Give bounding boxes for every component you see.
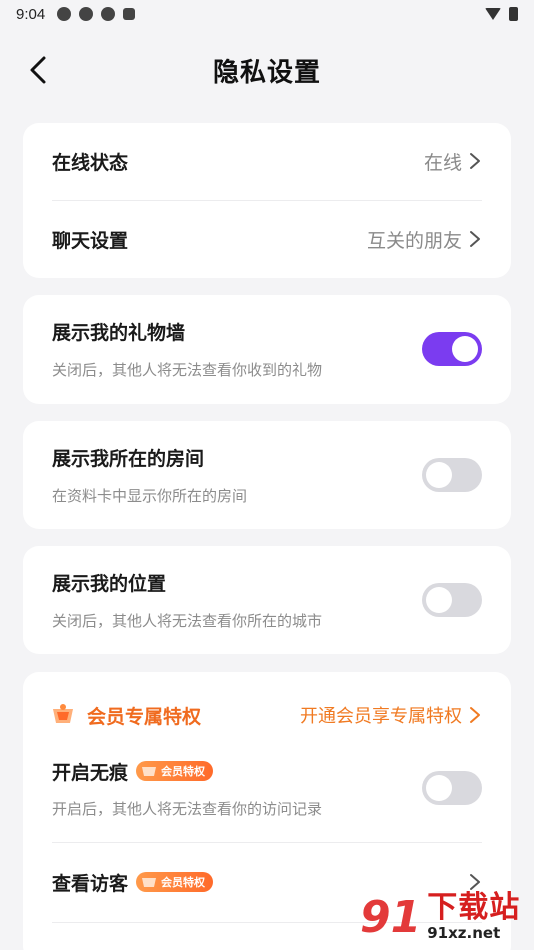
vip-badge-icon <box>142 878 157 887</box>
back-arrow-icon[interactable] <box>24 54 56 86</box>
chat-settings-label: 聊天设置 <box>52 229 129 252</box>
basic-settings-card: 在线状态 在线 聊天设置 互关的朋友 <box>23 123 511 278</box>
site-watermark: 91 下载站 91xz.net <box>360 884 534 950</box>
notification-icons <box>57 7 136 21</box>
app-notification-icon <box>79 7 94 21</box>
show-location-toggle[interactable] <box>422 583 482 617</box>
gift-wall-card: 展示我的礼物墙 关闭后，其他人将无法查看你收到的礼物 <box>23 295 511 404</box>
show-room-desc: 在资料卡中显示你所在的房间 <box>52 487 248 505</box>
chevron-right-icon <box>470 231 480 247</box>
show-room-row: 展示我所在的房间 <box>52 443 482 471</box>
show-room-label: 展示我所在的房间 <box>52 447 205 470</box>
status-bar: 9:04 <box>0 0 534 28</box>
watermark-text: 下载站 <box>427 890 521 925</box>
vip-open-link[interactable]: 开通会员享专属特权 <box>300 702 482 728</box>
show-room-card: 展示我所在的房间 在资料卡中显示你所在的房间 <box>23 421 511 529</box>
chat-settings-row[interactable]: 聊天设置 互关的朋友 <box>52 223 482 255</box>
online-status-value: 在线 <box>424 148 482 175</box>
toggle-knob <box>426 775 452 801</box>
watermark-logo: 91 <box>360 891 422 943</box>
incognito-row: 开启无痕 会员特权 <box>52 756 482 786</box>
show-location-label: 展示我的位置 <box>52 572 167 595</box>
gift-wall-row: 展示我的礼物墙 <box>52 317 482 345</box>
online-status-row[interactable]: 在线状态 在线 <box>52 145 482 177</box>
incognito-desc: 开启后，其他人将无法查看你的访问记录 <box>52 800 323 818</box>
status-right <box>485 7 518 21</box>
gift-wall-toggle[interactable] <box>422 332 482 366</box>
show-room-toggle[interactable] <box>422 458 482 492</box>
toggle-knob <box>426 462 452 488</box>
status-time: 9:04 <box>16 5 46 23</box>
incognito-toggle[interactable] <box>422 771 482 805</box>
vip-cup-icon <box>53 704 73 723</box>
divider <box>52 200 482 201</box>
app-notification-icon <box>101 7 116 21</box>
chat-settings-value: 互关的朋友 <box>367 226 482 253</box>
page-title: 隐私设置 <box>212 57 321 88</box>
incognito-label: 开启无痕 <box>52 761 129 784</box>
chevron-right-icon <box>470 707 480 723</box>
vip-badge: 会员特权 <box>136 872 214 892</box>
nav-bar: 隐私设置 <box>0 40 534 100</box>
a-notification-icon <box>123 8 136 20</box>
battery-icon <box>509 7 518 21</box>
show-location-desc: 关闭后，其他人将无法查看你所在的城市 <box>52 612 323 630</box>
gift-wall-label: 展示我的礼物墙 <box>52 321 186 344</box>
vip-badge: 会员特权 <box>136 761 214 781</box>
online-status-label: 在线状态 <box>52 151 129 174</box>
toggle-knob <box>426 587 452 613</box>
show-location-card: 展示我的位置 关闭后，其他人将无法查看你所在的城市 <box>23 546 511 654</box>
vip-title: 会员专属特权 <box>87 705 202 728</box>
toggle-knob <box>452 336 478 362</box>
app-notification-icon <box>57 7 72 21</box>
visitors-label: 查看访客 <box>52 872 129 895</box>
chevron-right-icon <box>470 153 480 169</box>
vip-header-row: 会员专属特权 开通会员享专属特权 <box>49 698 482 732</box>
vip-badge-icon <box>142 767 157 776</box>
divider <box>52 842 482 843</box>
wifi-icon <box>485 8 501 20</box>
watermark-url: 91xz.net <box>427 924 501 942</box>
show-location-row: 展示我的位置 <box>52 568 482 596</box>
gift-wall-desc: 关闭后，其他人将无法查看你收到的礼物 <box>52 361 323 379</box>
